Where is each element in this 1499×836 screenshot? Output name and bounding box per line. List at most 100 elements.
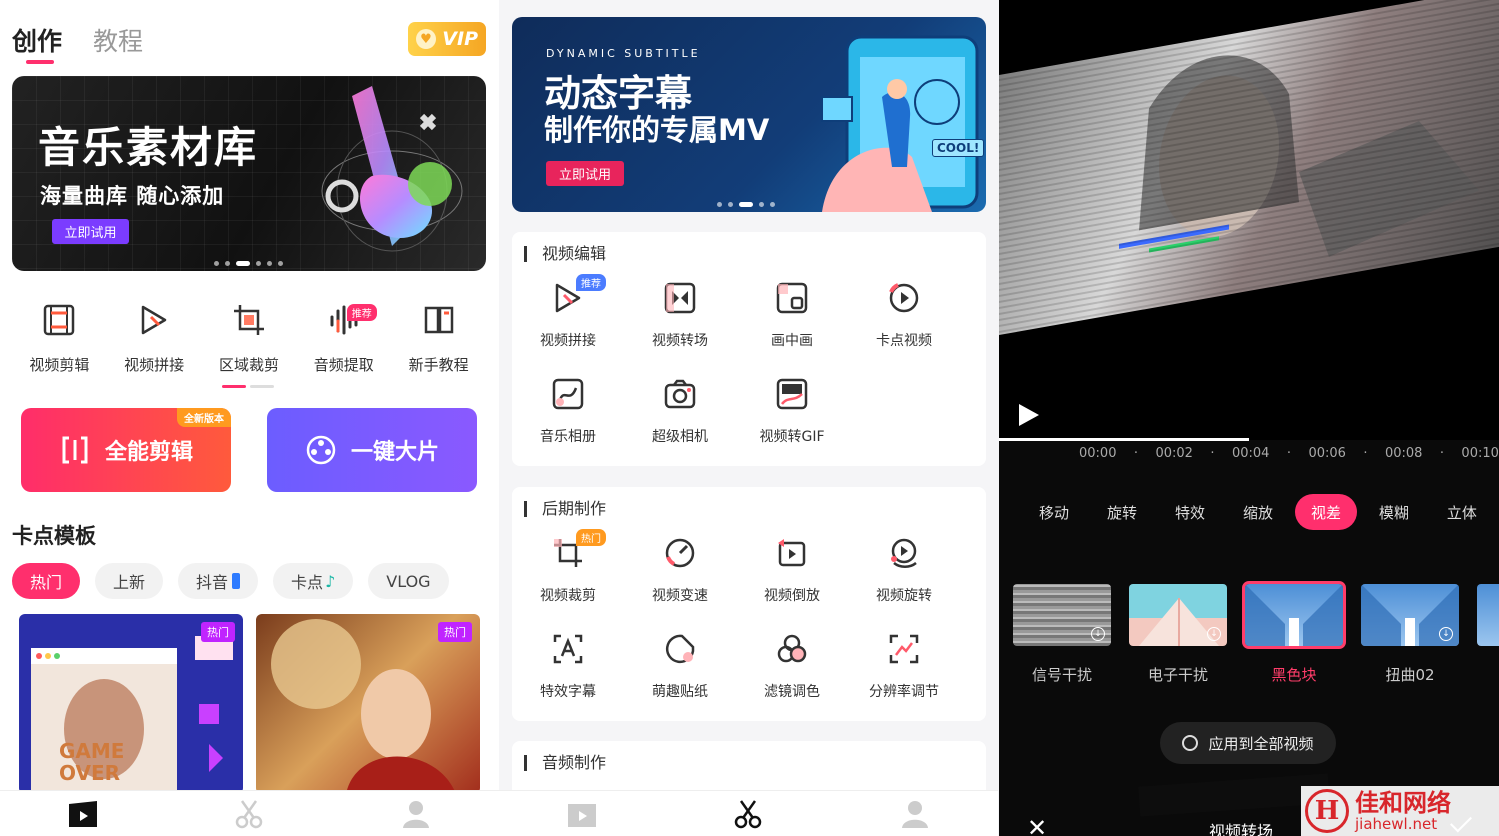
apply-label: 应用到全部视频 (1208, 734, 1314, 753)
tool-video-reverse[interactable]: 视频倒放 (736, 533, 848, 629)
tool-resolution[interactable]: 分辨率调节 (848, 629, 960, 725)
banner-title: 音乐素材库 (38, 123, 259, 172)
chip-vlog[interactable]: VLOG (368, 563, 449, 599)
chip-new[interactable]: 上新 (95, 563, 164, 599)
all-round-edit-button[interactable]: 全能剪辑 全新版本 (21, 408, 231, 492)
feature-tutorial[interactable]: 新手教程 (394, 300, 484, 375)
nav-scissors-icon[interactable] (733, 799, 763, 829)
playback-progress[interactable] (999, 438, 1249, 441)
heart-badge-icon: ♥ (416, 29, 436, 49)
gif-icon (772, 374, 812, 414)
tool-filter-color[interactable]: 滤镜调色 (736, 629, 848, 725)
tool-video-crop[interactable]: 热门 视频裁剪 (512, 529, 624, 629)
effect-signal-interference[interactable]: ↓ 信号干扰 (1013, 584, 1111, 685)
tab-parallax[interactable]: 视差 (1294, 494, 1357, 530)
banner-try-button[interactable]: 立即试用 (546, 161, 624, 186)
group-title: 视频编辑 (524, 246, 606, 262)
tool-video-rotate[interactable]: 视频旋转 (848, 533, 960, 629)
camera-icon (660, 374, 700, 414)
template-card[interactable]: GAME OVER 热门 (19, 614, 243, 794)
tick-dot: · (1439, 446, 1444, 461)
music-library-banner[interactable]: 音乐素材库 海量曲库 随心添加 立即试用 (12, 76, 486, 271)
feature-area-crop[interactable]: 区域裁剪 (204, 300, 294, 375)
tool-cute-sticker[interactable]: 萌趣贴纸 (624, 629, 736, 725)
close-icon[interactable]: ✕ (1027, 814, 1047, 836)
group-title: 后期制作 (524, 501, 606, 517)
vip-button[interactable]: ♥ VIP (408, 22, 486, 56)
chip-douyin[interactable]: 抖音 (178, 563, 259, 599)
download-icon: ↓ (1091, 627, 1105, 641)
tool-music-album[interactable]: 音乐相册 (512, 374, 624, 470)
nav-profile-icon[interactable] (401, 799, 431, 829)
create-screen: 创作 教程 ♥ VIP 音乐素材库 海量曲库 随心添加 立即试用 视频剪辑 视频… (0, 0, 499, 836)
banner-subtitle: 制作你的专属MV (544, 113, 770, 147)
banner-pager (214, 261, 283, 266)
feature-label: 新手教程 (408, 356, 469, 374)
time-tick: 00:06 (1308, 446, 1346, 461)
tool-super-camera[interactable]: 超级相机 (624, 374, 736, 470)
tab-rotate[interactable]: 旋转 (1091, 494, 1153, 530)
tab-underline (26, 60, 54, 64)
tool-video-to-gif[interactable]: 视频转GIF (736, 374, 848, 470)
dynamic-subtitle-banner[interactable]: DYNAMIC SUBTITLE 动态字幕 制作你的专属MV 立即试用 COOL… (512, 17, 986, 212)
tab-move[interactable]: 移动 (1023, 494, 1085, 530)
tool-video-speed[interactable]: 视频变速 (624, 533, 736, 629)
one-click-movie-button[interactable]: 一键大片 (267, 408, 477, 492)
tick-dot: · (1210, 446, 1215, 461)
banner-try-button[interactable]: 立即试用 (52, 219, 129, 244)
rotate-icon (884, 533, 924, 573)
chip-beat[interactable]: 卡点 ♪ (273, 563, 354, 599)
phone-illustration-icon (821, 35, 979, 212)
effect-black-block[interactable]: 黑色块 (1242, 581, 1346, 685)
nav-scissors-icon[interactable] (234, 799, 264, 829)
banner-pager (717, 202, 775, 207)
feature-video-edit[interactable]: 视频剪辑 (14, 300, 104, 375)
nav-create-icon[interactable] (567, 799, 597, 829)
tool-picture-in-picture[interactable]: 画中画 (736, 278, 848, 374)
tab-effect[interactable]: 特效 (1159, 494, 1221, 530)
effect-category-tabs: 移动 旋转 特效 缩放 视差 模糊 立体 (1023, 494, 1493, 530)
effect-thumbnail: ↓ (1129, 584, 1227, 646)
chip-hot[interactable]: 热门 (12, 563, 81, 599)
nav-create-icon[interactable] (68, 799, 98, 829)
tool-beat-video[interactable]: 卡点视频 (848, 278, 960, 374)
panel-title: 视频转场 (1209, 822, 1274, 836)
new-version-tag: 全新版本 (177, 408, 231, 427)
tab-zoom[interactable]: 缩放 (1227, 494, 1289, 530)
film-icon (39, 300, 79, 340)
tool-video-splice[interactable]: 推荐 视频拼接 (512, 274, 624, 374)
picture-in-picture-icon (772, 278, 812, 318)
tools-screen: DYNAMIC SUBTITLE 动态字幕 制作你的专属MV 立即试用 COOL… (499, 0, 999, 836)
template-chips: 热门 上新 抖音 卡点 ♪ VLOG (12, 563, 449, 599)
timeline-ruler[interactable]: 00:00 · 00:02 · 00:04 · 00:06 · 00:08 · … (1079, 446, 1499, 461)
video-preview[interactable] (999, 0, 1499, 440)
effect-partial[interactable] (1477, 584, 1499, 685)
feature-audio-extract[interactable]: 推荐 音频提取 (299, 300, 389, 375)
tool-label: 音乐相册 (540, 429, 596, 445)
apply-to-all-toggle[interactable]: 应用到全部视频 (1160, 722, 1336, 764)
tab-tutorial[interactable]: 教程 (93, 22, 143, 58)
book-icon (419, 300, 459, 340)
tick-dot: · (1133, 446, 1139, 461)
watermark-logo-icon: H (1305, 789, 1349, 833)
feature-label: 音频提取 (313, 356, 374, 374)
tab-3d[interactable]: 立体 (1431, 494, 1493, 530)
beat-video-icon (884, 278, 924, 318)
tool-effect-subtitle[interactable]: 特效字幕 (512, 629, 624, 725)
tool-video-transition[interactable]: 视频转场 (624, 278, 736, 374)
tab-blur[interactable]: 模糊 (1363, 494, 1425, 530)
nav-profile-icon[interactable] (900, 799, 930, 829)
feature-video-splice[interactable]: 视频拼接 (109, 300, 199, 375)
play-icon[interactable] (1019, 404, 1039, 426)
banner-caption: DYNAMIC SUBTITLE (546, 47, 701, 60)
tab-create[interactable]: 创作 (12, 22, 62, 58)
all-round-edit-label: 全能剪辑 (104, 440, 193, 465)
one-click-movie-label: 一键大片 (350, 440, 439, 465)
effect-distort-02[interactable]: ↓ 扭曲02 (1361, 584, 1459, 685)
group-video-edit: 视频编辑 推荐 视频拼接 视频转场 画中画 卡点视频 音乐相册 超级相机 视频转… (512, 232, 986, 466)
time-tick: 00:00 (1079, 446, 1117, 461)
watermark-url: jiahewl.net (1355, 814, 1438, 833)
effect-electronic-interference[interactable]: ↓ 电子干扰 (1129, 584, 1227, 685)
template-card[interactable]: 热门 (256, 614, 480, 794)
radio-circle-icon (1182, 735, 1199, 751)
